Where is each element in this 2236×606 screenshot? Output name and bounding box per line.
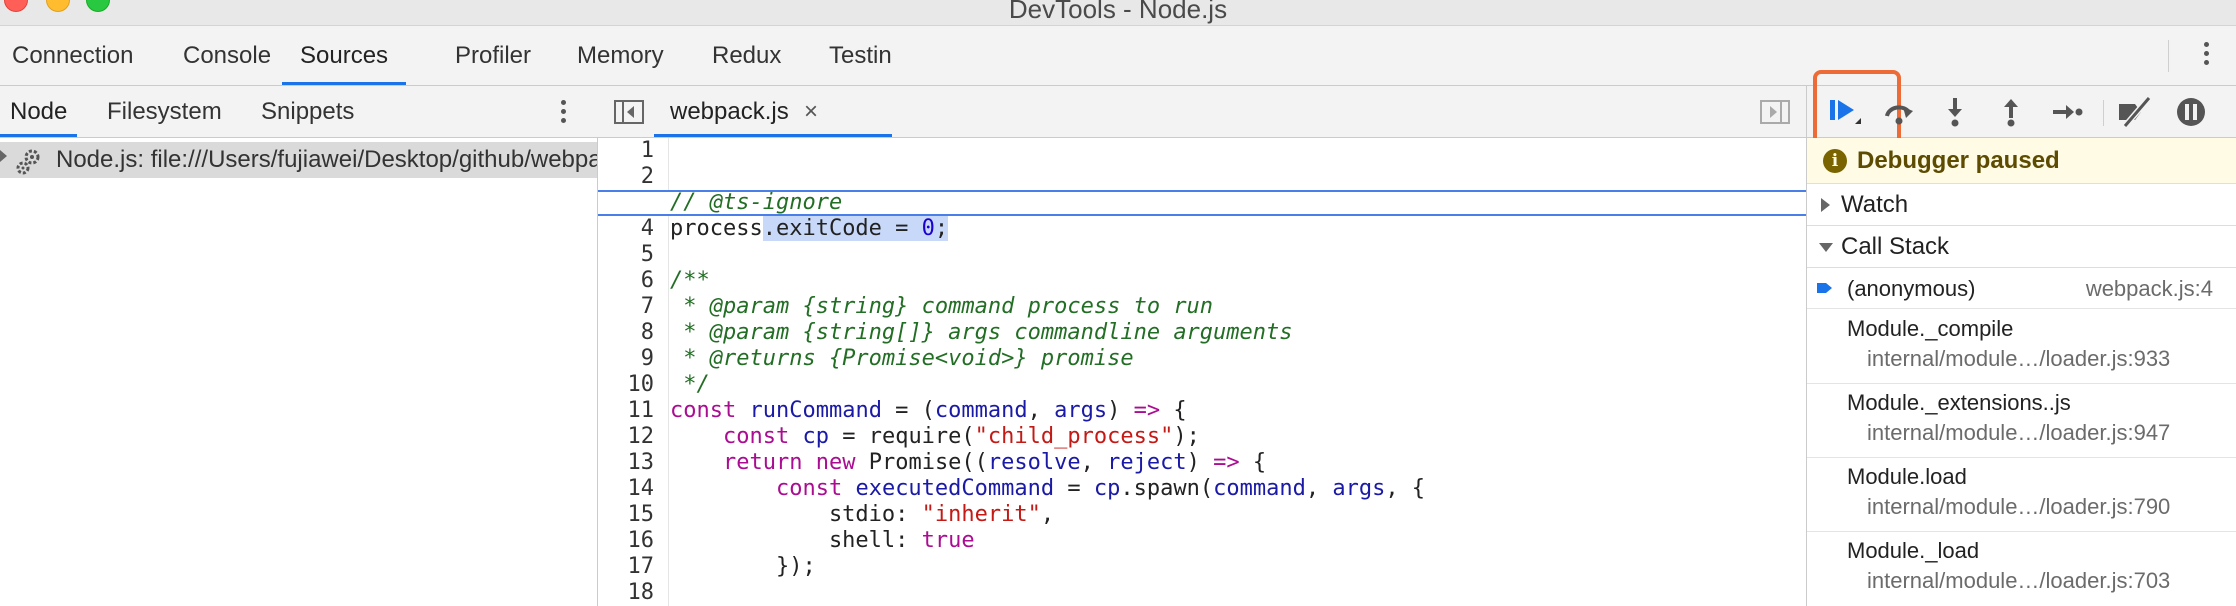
debugger-paused-banner: i Debugger paused bbox=[1807, 138, 2236, 184]
call-frame[interactable]: Module._load internal/module…/loader.js:… bbox=[1807, 532, 2236, 606]
tree-item-label: Node.js: file:///Users/fujiawei/Desktop/… bbox=[56, 146, 597, 173]
call-frame-anonymous[interactable]: (anonymous) webpack.js:4 bbox=[1807, 269, 2236, 309]
file-tab-label: webpack.js bbox=[670, 98, 789, 125]
frame-function-name: Module.load bbox=[1847, 464, 1967, 489]
paused-message: Debugger paused bbox=[1857, 147, 2060, 174]
code-line-9: * @returns {Promise<void>} promise bbox=[670, 346, 1134, 371]
frame-location: internal/module…/loader.js:790 bbox=[1867, 494, 2171, 519]
code-line-15: stdio: "inherit", bbox=[670, 502, 1055, 527]
line-number[interactable]: 17 bbox=[598, 554, 655, 580]
step-over-icon[interactable] bbox=[1879, 94, 1919, 130]
resume-button[interactable] bbox=[1813, 70, 1901, 158]
debugger-sidebar: i Debugger paused Watch Call Stack (anon… bbox=[1806, 70, 2236, 606]
call-stack-section-header[interactable]: Call Stack bbox=[1807, 226, 2236, 268]
code-line-12: const cp = require("child_process"); bbox=[722, 424, 1200, 449]
frame-function-name: (anonymous) bbox=[1847, 276, 1976, 301]
code-line-6: /** bbox=[670, 268, 710, 293]
more-icon[interactable] bbox=[2204, 42, 2210, 69]
frame-location: webpack.js:4 bbox=[2085, 276, 2213, 301]
editor-tab-bar: webpack.js × bbox=[598, 86, 1806, 138]
window-titlebar: DevTools - Node.js bbox=[0, 0, 2236, 26]
window-title: DevTools - Node.js bbox=[1008, 0, 1228, 24]
code-line-4: process.exitCode = 0; bbox=[670, 216, 949, 241]
toggle-debugger-icon[interactable] bbox=[1760, 100, 1790, 124]
code-editor: webpack.js × 123456789101112131415161718… bbox=[598, 86, 1806, 606]
code-area[interactable]: 123456789101112131415161718 // @ts-ignor… bbox=[598, 138, 1806, 606]
frame-function-name: Module._load bbox=[1847, 538, 1980, 563]
line-number[interactable]: 11 bbox=[598, 398, 655, 424]
line-number[interactable]: 7 bbox=[598, 294, 654, 320]
tab-filesystem[interactable]: Filesystem bbox=[107, 86, 222, 137]
frame-location: internal/module…/loader.js:703 bbox=[1867, 568, 2171, 593]
tab-redux[interactable]: Redux bbox=[712, 26, 781, 85]
step-out-icon[interactable] bbox=[1991, 94, 2031, 130]
line-number[interactable]: 6 bbox=[598, 268, 654, 294]
tree-item-node-target[interactable]: Node.js: file:///Users/fujiawei/Desktop/… bbox=[0, 142, 597, 178]
tab-sources[interactable]: Sources bbox=[282, 26, 407, 85]
line-number[interactable]: 12 bbox=[598, 424, 655, 450]
code-line-11: const runCommand = (command, args) => { bbox=[670, 398, 1187, 423]
code-line-16: shell: true bbox=[670, 528, 975, 553]
tab-node[interactable]: Node bbox=[0, 86, 78, 137]
info-icon: i bbox=[1823, 149, 1847, 173]
current-frame-arrow-icon bbox=[1817, 283, 1832, 293]
close-icon[interactable]: × bbox=[804, 86, 818, 137]
call-frame[interactable]: Module._extensions..js internal/module…/… bbox=[1807, 384, 2236, 458]
call-frame[interactable]: Module._compile internal/module…/loader.… bbox=[1807, 310, 2236, 384]
file-tab-webpack[interactable]: webpack.js × bbox=[654, 86, 892, 137]
expand-arrow-icon[interactable] bbox=[0, 150, 7, 162]
toolbar-divider bbox=[2168, 40, 2169, 72]
watch-label: Watch bbox=[1841, 191, 1909, 218]
navigator-more-icon[interactable] bbox=[561, 100, 567, 127]
call-frame[interactable]: Module.load internal/module…/loader.js:7… bbox=[1807, 458, 2236, 532]
line-number[interactable]: 4 bbox=[598, 216, 654, 242]
tab-snippets[interactable]: Snippets bbox=[261, 86, 354, 137]
line-number[interactable]: 5 bbox=[598, 242, 654, 268]
line-number[interactable]: 15 bbox=[598, 502, 655, 528]
line-number[interactable]: 1 bbox=[598, 138, 654, 164]
line-number[interactable]: 10 bbox=[598, 372, 655, 398]
tab-console[interactable]: Console bbox=[183, 26, 271, 85]
tab-connection[interactable]: Connection bbox=[12, 26, 133, 85]
toolbar-divider bbox=[2103, 100, 2104, 126]
code-line-14: const executedCommand = cp.spawn(command… bbox=[775, 476, 1426, 501]
navigator-tab-bar: Node Filesystem Snippets bbox=[0, 86, 598, 138]
code-line-10: */ bbox=[670, 372, 710, 397]
code-line-7: * @param {string} command process to run bbox=[670, 294, 1214, 319]
tab-testin[interactable]: Testin bbox=[829, 26, 892, 85]
line-number[interactable]: 2 bbox=[598, 164, 654, 190]
code-line-17: }); bbox=[670, 554, 816, 579]
line-number[interactable]: 18 bbox=[598, 580, 655, 606]
tab-profiler[interactable]: Profiler bbox=[455, 26, 531, 85]
line-number[interactable]: 16 bbox=[598, 528, 655, 554]
line-number[interactable]: 9 bbox=[598, 346, 654, 372]
deactivate-breakpoints-icon[interactable] bbox=[2115, 94, 2155, 130]
code-line-3: // @ts-ignore bbox=[670, 190, 843, 215]
line-number[interactable]: 13 bbox=[598, 450, 655, 476]
step-icon[interactable] bbox=[2047, 94, 2087, 130]
call-stack-label: Call Stack bbox=[1841, 233, 1950, 260]
frame-function-name: Module._compile bbox=[1847, 316, 2014, 341]
watch-section-header[interactable]: Watch bbox=[1807, 184, 2236, 226]
toggle-navigator-icon[interactable] bbox=[614, 100, 644, 124]
pause-on-exceptions-icon[interactable] bbox=[2171, 94, 2211, 130]
expand-arrow-icon bbox=[1821, 198, 1830, 212]
step-into-icon[interactable] bbox=[1935, 94, 1975, 130]
frame-location: internal/module…/loader.js:947 bbox=[1867, 420, 2171, 445]
sources-navigator: Node Filesystem Snippets Node.js: file:/… bbox=[0, 86, 598, 606]
debugger-toolbar bbox=[1807, 70, 2236, 158]
frame-function-name: Module._extensions..js bbox=[1847, 390, 2071, 415]
line-number[interactable]: 8 bbox=[598, 320, 654, 346]
code-line-8: * @param {string[]} args commandline arg… bbox=[670, 320, 1293, 345]
frame-location: internal/module…/loader.js:933 bbox=[1867, 346, 2171, 371]
code-line-13: return new Promise((resolve, reject) => … bbox=[722, 450, 1267, 475]
settings-gear-icon bbox=[16, 149, 40, 175]
line-number[interactable]: 14 bbox=[598, 476, 655, 502]
collapse-arrow-icon bbox=[1819, 243, 1833, 252]
tab-memory[interactable]: Memory bbox=[577, 26, 664, 85]
